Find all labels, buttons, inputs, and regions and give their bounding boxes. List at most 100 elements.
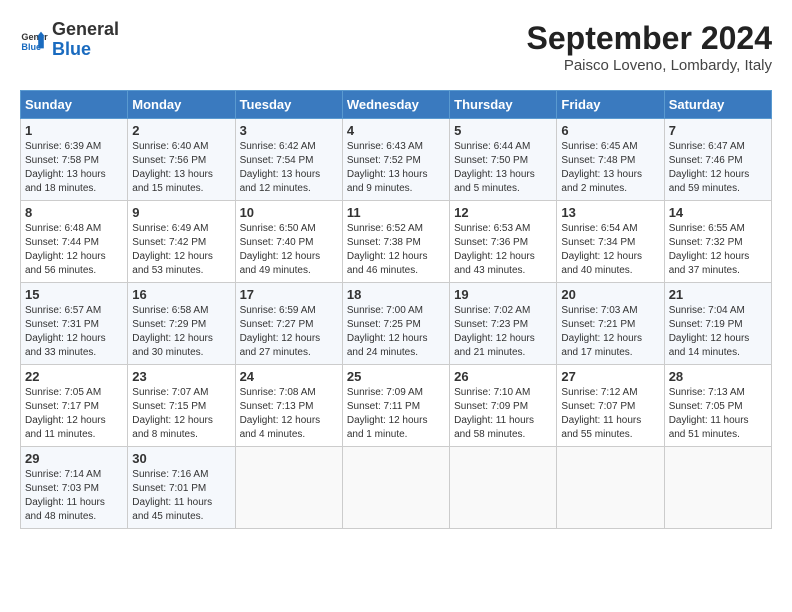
day-number: 29 bbox=[25, 451, 123, 466]
calendar-cell: 7Sunrise: 6:47 AMSunset: 7:46 PMDaylight… bbox=[664, 119, 771, 201]
calendar-table: SundayMondayTuesdayWednesdayThursdayFrid… bbox=[20, 90, 772, 529]
calendar-cell: 9 Sunrise: 6:49 AMSunset: 7:42 PMDaylight… bbox=[128, 201, 235, 283]
calendar-cell: 18 Sunrise: 7:00 AMSunset: 7:25 PMDayligh… bbox=[342, 283, 449, 365]
calendar-cell: 17Sunrise: 6:59 AMSunset: 7:27 PMDayligh… bbox=[235, 283, 342, 365]
day-number: 30 bbox=[132, 451, 230, 466]
day-number: 4 bbox=[347, 123, 445, 138]
day-number: 26 bbox=[454, 369, 552, 384]
day-number: 8 bbox=[25, 205, 123, 220]
calendar-cell: 30 Sunrise: 7:16 AMSunset: 7:01 PMDayligh… bbox=[128, 447, 235, 529]
calendar-cell: 16Sunrise: 6:58 AMSunset: 7:29 PMDayligh… bbox=[128, 283, 235, 365]
day-number: 24 bbox=[240, 369, 338, 384]
day-number: 22 bbox=[25, 369, 123, 384]
calendar-cell: 1 Sunrise: 6:39 AMSunset: 7:58 PMDaylight… bbox=[21, 119, 128, 201]
logo-icon: General Blue bbox=[20, 26, 48, 54]
day-info: Sunrise: 7:13 AMSunset: 7:05 PMDaylight:… bbox=[669, 386, 767, 442]
header-wednesday: Wednesday bbox=[342, 91, 449, 119]
day-number: 21 bbox=[669, 287, 767, 302]
calendar-cell: 28 Sunrise: 7:13 AMSunset: 7:05 PMDayligh… bbox=[664, 365, 771, 447]
calendar-cell: 19Sunrise: 7:02 AMSunset: 7:23 PMDayligh… bbox=[450, 283, 557, 365]
logo: General Blue General Blue bbox=[20, 20, 119, 60]
day-number: 15 bbox=[25, 287, 123, 302]
day-info: Sunrise: 7:05 AMSunset: 7:17 PMDaylight:… bbox=[25, 386, 123, 442]
calendar-cell: 14Sunrise: 6:55 AMSunset: 7:32 PMDayligh… bbox=[664, 201, 771, 283]
calendar-cell: 5 Sunrise: 6:44 AMSunset: 7:50 PMDaylight… bbox=[450, 119, 557, 201]
calendar-cell: 11 Sunrise: 6:52 AMSunset: 7:38 PMDayligh… bbox=[342, 201, 449, 283]
day-info: Sunrise: 6:39 AMSunset: 7:58 PMDaylight:… bbox=[25, 140, 123, 196]
calendar-cell bbox=[450, 447, 557, 529]
header-monday: Monday bbox=[128, 91, 235, 119]
day-number: 23 bbox=[132, 369, 230, 384]
logo-general: General bbox=[52, 19, 119, 39]
calendar-cell bbox=[557, 447, 664, 529]
day-info: Sunrise: 6:58 AMSunset: 7:29 PMDaylight:… bbox=[132, 304, 230, 360]
calendar-cell: 4Sunrise: 6:43 AMSunset: 7:52 PMDaylight… bbox=[342, 119, 449, 201]
calendar-cell: 27Sunrise: 7:12 AMSunset: 7:07 PMDayligh… bbox=[557, 365, 664, 447]
day-number: 12 bbox=[454, 205, 552, 220]
header-sunday: Sunday bbox=[21, 91, 128, 119]
day-number: 10 bbox=[240, 205, 338, 220]
day-info: Sunrise: 7:04 AMSunset: 7:19 PMDaylight:… bbox=[669, 304, 767, 360]
calendar-week-row: 1 Sunrise: 6:39 AMSunset: 7:58 PMDaylight… bbox=[21, 119, 772, 201]
day-info: Sunrise: 7:14 AMSunset: 7:03 PMDaylight:… bbox=[25, 468, 123, 524]
day-number: 2 bbox=[132, 123, 230, 138]
calendar-cell: 21 Sunrise: 7:04 AMSunset: 7:19 PMDayligh… bbox=[664, 283, 771, 365]
day-info: Sunrise: 7:16 AMSunset: 7:01 PMDaylight:… bbox=[132, 468, 230, 524]
calendar-cell: 29 Sunrise: 7:14 AMSunset: 7:03 PMDayligh… bbox=[21, 447, 128, 529]
svg-text:General: General bbox=[21, 32, 48, 42]
header-thursday: Thursday bbox=[450, 91, 557, 119]
page-header: General Blue General Blue September 2024… bbox=[20, 20, 772, 74]
location: Paisco Loveno, Lombardy, Italy bbox=[527, 57, 772, 74]
calendar-cell: 13Sunrise: 6:54 AMSunset: 7:34 PMDayligh… bbox=[557, 201, 664, 283]
logo-blue: Blue bbox=[52, 39, 91, 59]
day-number: 19 bbox=[454, 287, 552, 302]
calendar-cell: 20 Sunrise: 7:03 AMSunset: 7:21 PMDayligh… bbox=[557, 283, 664, 365]
day-number: 20 bbox=[561, 287, 659, 302]
header-saturday: Saturday bbox=[664, 91, 771, 119]
calendar-cell bbox=[664, 447, 771, 529]
day-info: Sunrise: 7:00 AMSunset: 7:25 PMDaylight:… bbox=[347, 304, 445, 360]
header-tuesday: Tuesday bbox=[235, 91, 342, 119]
day-number: 1 bbox=[25, 123, 123, 138]
day-number: 5 bbox=[454, 123, 552, 138]
day-info: Sunrise: 6:40 AMSunset: 7:56 PMDaylight:… bbox=[132, 140, 230, 196]
day-info: Sunrise: 6:42 AMSunset: 7:54 PMDaylight:… bbox=[240, 140, 338, 196]
day-info: Sunrise: 6:50 AMSunset: 7:40 PMDaylight:… bbox=[240, 222, 338, 278]
header-friday: Friday bbox=[557, 91, 664, 119]
day-number: 13 bbox=[561, 205, 659, 220]
day-number: 25 bbox=[347, 369, 445, 384]
calendar-cell: 24 Sunrise: 7:08 AMSunset: 7:13 PMDayligh… bbox=[235, 365, 342, 447]
calendar-cell: 8 Sunrise: 6:48 AMSunset: 7:44 PMDaylight… bbox=[21, 201, 128, 283]
calendar-cell: 22 Sunrise: 7:05 AMSunset: 7:17 PMDayligh… bbox=[21, 365, 128, 447]
day-number: 7 bbox=[669, 123, 767, 138]
calendar-cell bbox=[342, 447, 449, 529]
day-info: Sunrise: 6:53 AMSunset: 7:36 PMDaylight:… bbox=[454, 222, 552, 278]
month-title: September 2024 bbox=[527, 20, 772, 57]
day-info: Sunrise: 7:07 AMSunset: 7:15 PMDaylight:… bbox=[132, 386, 230, 442]
day-info: Sunrise: 6:48 AMSunset: 7:44 PMDaylight:… bbox=[25, 222, 123, 278]
day-info: Sunrise: 7:10 AMSunset: 7:09 PMDaylight:… bbox=[454, 386, 552, 442]
calendar-week-row: 15 Sunrise: 6:57 AMSunset: 7:31 PMDayligh… bbox=[21, 283, 772, 365]
day-info: Sunrise: 6:44 AMSunset: 7:50 PMDaylight:… bbox=[454, 140, 552, 196]
day-number: 18 bbox=[347, 287, 445, 302]
calendar-week-row: 29 Sunrise: 7:14 AMSunset: 7:03 PMDayligh… bbox=[21, 447, 772, 529]
day-info: Sunrise: 6:49 AMSunset: 7:42 PMDaylight:… bbox=[132, 222, 230, 278]
day-number: 6 bbox=[561, 123, 659, 138]
calendar-cell: 12 Sunrise: 6:53 AMSunset: 7:36 PMDayligh… bbox=[450, 201, 557, 283]
day-info: Sunrise: 7:03 AMSunset: 7:21 PMDaylight:… bbox=[561, 304, 659, 360]
day-info: Sunrise: 7:08 AMSunset: 7:13 PMDaylight:… bbox=[240, 386, 338, 442]
day-info: Sunrise: 7:09 AMSunset: 7:11 PMDaylight:… bbox=[347, 386, 445, 442]
calendar-week-row: 8 Sunrise: 6:48 AMSunset: 7:44 PMDaylight… bbox=[21, 201, 772, 283]
day-number: 3 bbox=[240, 123, 338, 138]
day-number: 9 bbox=[132, 205, 230, 220]
day-number: 28 bbox=[669, 369, 767, 384]
calendar-header-row: SundayMondayTuesdayWednesdayThursdayFrid… bbox=[21, 91, 772, 119]
day-number: 11 bbox=[347, 205, 445, 220]
calendar-cell: 2 Sunrise: 6:40 AMSunset: 7:56 PMDaylight… bbox=[128, 119, 235, 201]
title-section: September 2024 Paisco Loveno, Lombardy, … bbox=[527, 20, 772, 74]
calendar-cell: 15 Sunrise: 6:57 AMSunset: 7:31 PMDayligh… bbox=[21, 283, 128, 365]
day-info: Sunrise: 6:52 AMSunset: 7:38 PMDaylight:… bbox=[347, 222, 445, 278]
calendar-cell: 23 Sunrise: 7:07 AMSunset: 7:15 PMDayligh… bbox=[128, 365, 235, 447]
day-info: Sunrise: 6:57 AMSunset: 7:31 PMDaylight:… bbox=[25, 304, 123, 360]
calendar-cell: 26 Sunrise: 7:10 AMSunset: 7:09 PMDayligh… bbox=[450, 365, 557, 447]
